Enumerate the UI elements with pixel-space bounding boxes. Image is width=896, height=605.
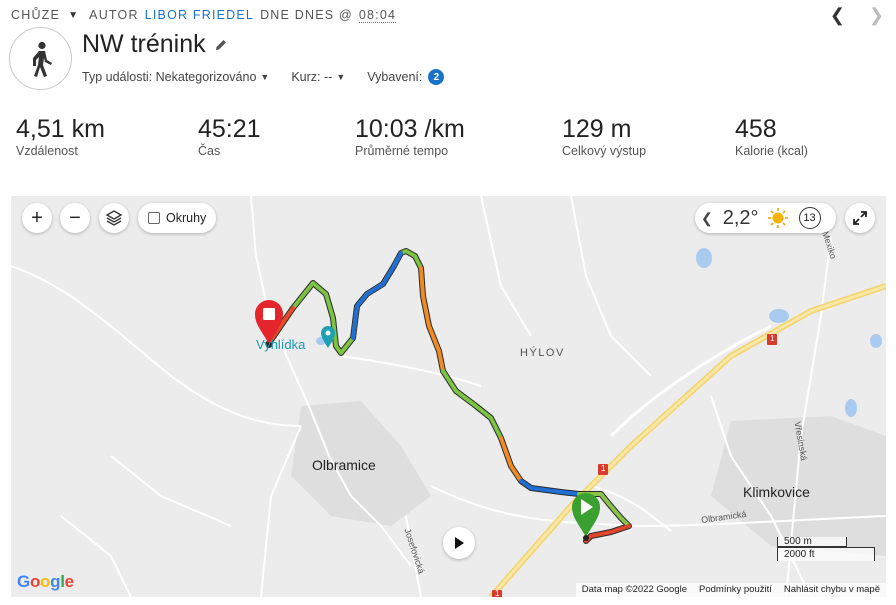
- map-attribution: Data map ©2022 Google Podmínky použití N…: [575, 583, 886, 597]
- road-number-label: 1: [770, 334, 775, 343]
- map-label-hylov: HÝLOV: [520, 347, 565, 359]
- expand-icon: [853, 211, 867, 225]
- temperature: 2,2°: [722, 206, 759, 229]
- wind-speed-icon: 13: [798, 207, 821, 229]
- stat-value: 4,51 km: [16, 115, 105, 143]
- event-type-label: Typ události: Nekategorizováno: [82, 70, 257, 84]
- minus-icon: −: [69, 206, 81, 229]
- activity-type-label[interactable]: Chůze: [11, 8, 60, 22]
- date-label: DNE DNES @: [260, 8, 353, 22]
- event-type-select[interactable]: Typ události: Nekategorizováno ▼: [82, 69, 269, 85]
- author-link[interactable]: LIBOR FRIEDEL: [145, 8, 254, 22]
- scale-metric: 500 m: [777, 537, 847, 547]
- map-label-olbramice: Olbramice: [312, 457, 376, 473]
- chevron-down-icon: ▼: [336, 72, 346, 82]
- activity-title[interactable]: NW trénink: [82, 30, 206, 59]
- next-activity-icon[interactable]: ❯: [869, 6, 884, 24]
- fullscreen-button[interactable]: [845, 203, 875, 233]
- activity-title-row: NW trénink: [82, 30, 228, 59]
- activity-header-bar: Chůze ▼ AUTOR LIBOR FRIEDEL DNE DNES @ 0…: [11, 7, 397, 23]
- road-number-label: 1: [601, 464, 606, 473]
- stat-value: 129 m: [562, 115, 632, 143]
- scale-imperial: 2000 ft: [777, 547, 875, 561]
- gear-count-badge: 2: [428, 69, 445, 85]
- laps-toggle[interactable]: Okruhy: [138, 203, 217, 233]
- edit-pencil-icon[interactable]: [214, 38, 228, 52]
- stat-value: 45:21: [198, 115, 261, 143]
- sun-icon: [767, 208, 788, 228]
- laps-checkbox[interactable]: [148, 212, 160, 224]
- chevron-left-icon[interactable]: ❮: [701, 210, 713, 227]
- stat-calories: 458 Kalorie (kcal): [735, 114, 808, 158]
- stat-label: Čas: [198, 144, 221, 158]
- terms-link[interactable]: Podmínky použití: [693, 583, 778, 597]
- stat-label: Celkový výstup: [562, 144, 647, 158]
- activity-stats: 4,51 km Vzdálenost 45:21 Čas 10:03 /km P…: [0, 114, 896, 164]
- stat-value: 10:03 /km: [355, 115, 465, 143]
- stat-time: 45:21 Čas: [198, 114, 261, 158]
- zoom-out-button[interactable]: −: [60, 203, 90, 233]
- play-icon: [455, 537, 464, 549]
- route-map[interactable]: Vyhlídka HÝLOV Olbramice Klimkovice Olbr…: [11, 196, 886, 597]
- author-prefix: AUTOR: [89, 8, 139, 22]
- stat-pace: 10:03 /km Průměrné tempo: [355, 114, 465, 158]
- gear-label: Vybavení:: [367, 70, 423, 84]
- activity-type-dropdown-icon[interactable]: ▼: [68, 10, 79, 21]
- plus-icon: +: [31, 206, 43, 229]
- course-select[interactable]: Kurz: -- ▼: [291, 69, 345, 85]
- google-logo[interactable]: Google: [17, 572, 74, 592]
- laps-label: Okruhy: [166, 211, 207, 225]
- chevron-down-icon: ▼: [260, 72, 270, 82]
- map-label-klimkovice: Klimkovice: [743, 484, 810, 500]
- walking-icon: [32, 41, 52, 77]
- map-layers-button[interactable]: [99, 203, 129, 233]
- map-label-vyhlidka[interactable]: Vyhlídka: [256, 337, 305, 352]
- stat-label: Kalorie (kcal): [735, 144, 808, 158]
- map-scale: 500 m 2000 ft: [777, 537, 877, 561]
- activity-meta-row: Typ události: Nekategorizováno ▼ Kurz: -…: [82, 69, 466, 85]
- stat-label: Průměrné tempo: [355, 144, 449, 158]
- activity-type-avatar: [9, 27, 72, 90]
- stat-elevation-gain: 129 m Celkový výstup: [562, 114, 646, 158]
- activity-navigation: ❮ ❯: [830, 6, 884, 24]
- weather-widget[interactable]: ❮ 2,2° 13: [695, 203, 836, 233]
- play-route-button[interactable]: [443, 527, 475, 559]
- stat-label: Vzdálenost: [16, 144, 78, 158]
- layers-icon: [105, 210, 123, 226]
- zoom-in-button[interactable]: +: [22, 203, 52, 233]
- stat-value: 458: [735, 115, 777, 143]
- road-number-label: 1: [495, 589, 500, 597]
- course-label: Kurz: --: [291, 70, 333, 84]
- report-error-link[interactable]: Nahlásit chybu v mapě: [778, 583, 886, 597]
- start-time[interactable]: 08:04: [358, 8, 397, 23]
- gear-selector[interactable]: Vybavení: 2: [367, 69, 445, 85]
- stat-distance: 4,51 km Vzdálenost: [16, 114, 105, 158]
- map-data-credit: Data map ©2022 Google: [581, 584, 688, 595]
- previous-activity-icon[interactable]: ❮: [830, 6, 845, 24]
